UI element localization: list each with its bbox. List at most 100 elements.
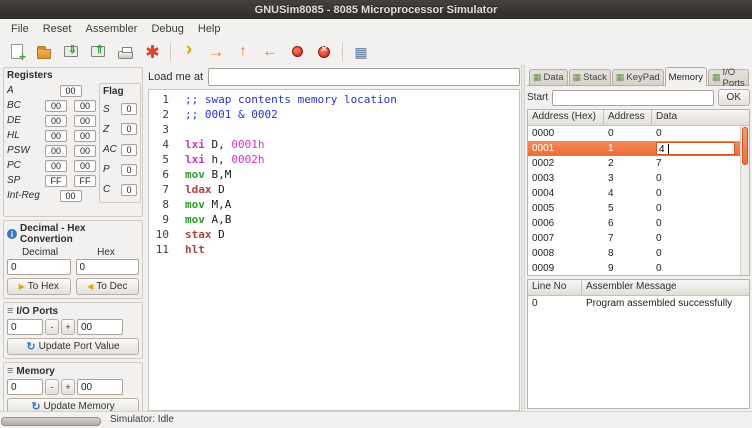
clear-breakpoints-button[interactable]	[311, 40, 337, 64]
column-header-address-hex[interactable]: Address (Hex)	[528, 110, 604, 125]
new-file-button[interactable]	[4, 40, 30, 64]
code-editor[interactable]: 123 456 789 1011 ;; swap contents memory…	[148, 89, 520, 411]
memory-data-edit[interactable]: 4	[656, 142, 735, 155]
io-ports-panel: I/O Ports - + Update Port Value	[3, 302, 143, 359]
flag-c-value[interactable]: 0	[121, 184, 137, 196]
memory-table-row[interactable]: 000440	[528, 186, 749, 201]
register-b-value[interactable]: 00	[45, 100, 67, 112]
horizontal-scrollbar-thumb[interactable]	[1, 417, 101, 426]
register-intreg-value[interactable]: 00	[60, 190, 82, 202]
register-sp-value-1[interactable]: FF	[45, 175, 67, 187]
code-line: ;; 0001 & 0002	[185, 107, 519, 122]
breakpoint-button[interactable]	[284, 40, 310, 64]
column-header-line-no[interactable]: Line No	[528, 280, 582, 295]
tab-data[interactable]: Data	[529, 69, 568, 85]
register-pc-value-2[interactable]: 00	[74, 160, 96, 172]
register-psw-value-2[interactable]: 00	[74, 145, 96, 157]
step-out-button[interactable]	[230, 40, 256, 64]
port-spin-plus-button[interactable]: +	[61, 319, 75, 335]
save-button[interactable]	[58, 40, 84, 64]
register-psw-value-1[interactable]: 00	[45, 145, 67, 157]
memory-spin-minus-button[interactable]: -	[45, 379, 59, 395]
register-a-value[interactable]: 00	[60, 85, 82, 97]
memory-table-scrollbar[interactable]	[740, 126, 749, 275]
memory-table-row[interactable]: 000227	[528, 156, 749, 171]
menu-item-file[interactable]: File	[4, 22, 36, 36]
save-as-button[interactable]	[85, 40, 111, 64]
tab-stack[interactable]: Stack	[569, 69, 611, 85]
io-ports-tab-icon	[712, 72, 721, 83]
column-header-address[interactable]: Address	[604, 110, 652, 125]
tab-memory[interactable]: Memory	[665, 67, 707, 86]
flag-p-value[interactable]: 0	[121, 164, 137, 176]
load-address-input[interactable]	[208, 68, 520, 86]
tab-io-ports[interactable]: I/O Ports	[708, 69, 749, 85]
register-e-value[interactable]: 00	[74, 115, 96, 127]
scrollbar-thumb[interactable]	[742, 127, 748, 165]
register-sp-value-2[interactable]: FF	[74, 175, 96, 187]
port-number-input[interactable]	[7, 319, 43, 335]
flag-s-value[interactable]: 0	[121, 103, 137, 115]
register-pc-value-1[interactable]: 00	[45, 160, 67, 172]
register-row-pc: PC 0000	[7, 158, 96, 173]
register-label: SP	[7, 175, 45, 186]
update-port-value-button[interactable]: Update Port Value	[7, 338, 139, 355]
to-hex-button[interactable]: To Hex	[7, 278, 71, 295]
flag-z-value[interactable]: 0	[121, 123, 137, 135]
print-icon	[118, 51, 133, 59]
keypad-button[interactable]	[348, 40, 374, 64]
register-row-hl: HL 0000	[7, 128, 96, 143]
print-button[interactable]	[112, 40, 138, 64]
ok-button[interactable]: OK	[718, 89, 750, 106]
tab-keypad[interactable]: KeyPad	[612, 69, 664, 85]
app-window: GNUSim8085 - 8085 Microprocessor Simulat…	[0, 0, 752, 428]
flag-row-c: C0	[103, 180, 137, 200]
memory-panel-title: Memory	[16, 366, 54, 377]
memory-table-row-selected[interactable]: 000114	[528, 141, 749, 156]
run-button[interactable]	[203, 40, 229, 64]
to-dec-button[interactable]: To Dec	[76, 278, 140, 295]
register-h-value[interactable]: 00	[45, 130, 67, 142]
registers-panel: Registers A 00 BC 0000 DE 0000	[3, 67, 143, 217]
open-file-button[interactable]	[31, 40, 57, 64]
menu-item-reset[interactable]: Reset	[36, 22, 79, 36]
register-row-intreg: Int-Reg 00	[7, 188, 96, 203]
memory-update-panel: Memory - + Update Memory	[3, 362, 143, 411]
memory-table-row[interactable]: 000000	[528, 126, 749, 141]
load-me-at-label: Load me at	[148, 71, 203, 83]
column-header-data[interactable]: Data	[652, 110, 749, 125]
memory-table-row[interactable]: 000990	[528, 261, 749, 276]
memory-table-row[interactable]: 000880	[528, 246, 749, 261]
register-l-value[interactable]: 00	[74, 130, 96, 142]
assemble-button[interactable]	[139, 40, 165, 64]
right-panel: Data Stack KeyPad Memory I/O Ports Start…	[525, 65, 752, 411]
port-value-input[interactable]	[77, 319, 123, 335]
memory-table-row[interactable]: 000660	[528, 216, 749, 231]
register-d-value[interactable]: 00	[45, 115, 67, 127]
step-button[interactable]	[176, 40, 202, 64]
column-header-assembler-message[interactable]: Assembler Message	[582, 280, 749, 295]
start-address-input[interactable]	[552, 90, 713, 106]
memory-table-row[interactable]: 000770	[528, 231, 749, 246]
keypad-tab-icon	[616, 72, 625, 83]
statusbar: Simulator: Idle	[0, 411, 752, 428]
menu-item-help[interactable]: Help	[191, 22, 228, 36]
update-memory-button[interactable]: Update Memory	[7, 398, 139, 411]
register-c-value[interactable]: 00	[74, 100, 96, 112]
flag-ac-value[interactable]: 0	[121, 144, 137, 156]
memory-address-input[interactable]	[7, 379, 43, 395]
assembler-table-header: Line No Assembler Message	[528, 280, 749, 296]
refresh-icon	[26, 340, 35, 353]
menu-item-assembler[interactable]: Assembler	[78, 22, 144, 36]
decimal-input[interactable]	[7, 259, 71, 275]
menu-item-debug[interactable]: Debug	[144, 22, 190, 36]
code-line: lxi h, 0002h	[185, 152, 519, 167]
port-spin-minus-button[interactable]: -	[45, 319, 59, 335]
hex-input[interactable]	[76, 259, 140, 275]
memory-value-input[interactable]	[77, 379, 123, 395]
go-back-button[interactable]	[257, 40, 283, 64]
assembler-message-row[interactable]: 0 Program assembled successfully	[528, 296, 749, 311]
memory-spin-plus-button[interactable]: +	[61, 379, 75, 395]
memory-table-row[interactable]: 000550	[528, 201, 749, 216]
memory-table-row[interactable]: 000330	[528, 171, 749, 186]
